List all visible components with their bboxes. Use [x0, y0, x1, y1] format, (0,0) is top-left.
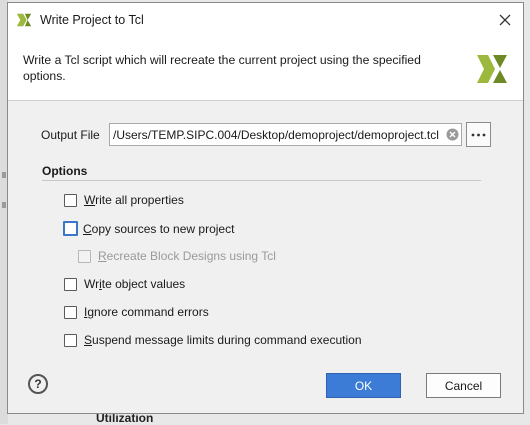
clear-field-icon[interactable] [446, 128, 459, 141]
checkbox[interactable] [64, 305, 77, 319]
vivado-logo-icon [16, 13, 32, 27]
close-icon [499, 14, 511, 26]
option-write-all-properties[interactable]: Write all properties [64, 193, 184, 207]
option-copy-sources[interactable]: Copy sources to new project [63, 221, 235, 236]
title-bar[interactable]: Write Project to Tcl [8, 3, 523, 37]
background-marker [2, 172, 6, 178]
options-divider [42, 180, 481, 181]
option-recreate-block-designs: Recreate Block Designs using Tcl [78, 249, 276, 263]
option-ignore-command-errors[interactable]: Ignore command errors [64, 305, 209, 319]
dialog-title: Write Project to Tcl [40, 13, 144, 27]
dialog-header: Write a Tcl script which will recreate t… [8, 37, 523, 101]
option-suspend-message-limits[interactable]: Suspend message limits during command ex… [64, 333, 362, 347]
browse-button[interactable] [466, 122, 491, 147]
checkbox[interactable] [64, 333, 77, 347]
option-write-object-values[interactable]: Write object values [64, 277, 185, 291]
option-label: Ignore command errors [84, 305, 209, 319]
checkbox [78, 249, 91, 263]
background-marker [2, 202, 6, 208]
checkbox[interactable] [63, 221, 78, 236]
vivado-logo-icon [477, 55, 507, 83]
cancel-button[interactable]: Cancel [426, 373, 501, 398]
output-file-field[interactable]: /Users/TEMP.SIPC.004/Desktop/demoproject… [109, 123, 462, 146]
checkbox[interactable] [64, 193, 77, 207]
option-label: Copy sources to new project [83, 221, 235, 236]
checkbox[interactable] [64, 277, 77, 291]
ellipsis-icon [471, 133, 486, 136]
ok-button[interactable]: OK [326, 373, 401, 398]
option-label: Write all properties [84, 193, 184, 207]
option-label: Recreate Block Designs using Tcl [98, 249, 276, 263]
option-label: Write object values [84, 277, 186, 291]
close-button[interactable] [493, 8, 517, 32]
dialog-description: Write a Tcl script which will recreate t… [23, 53, 421, 83]
write-project-dialog: Write Project to Tcl Write a Tcl script … [7, 2, 524, 414]
output-file-label: Output File [41, 128, 100, 142]
option-label: Suspend message limits during command ex… [84, 333, 362, 347]
help-button[interactable]: ? [28, 374, 48, 394]
options-heading: Options [42, 164, 88, 178]
